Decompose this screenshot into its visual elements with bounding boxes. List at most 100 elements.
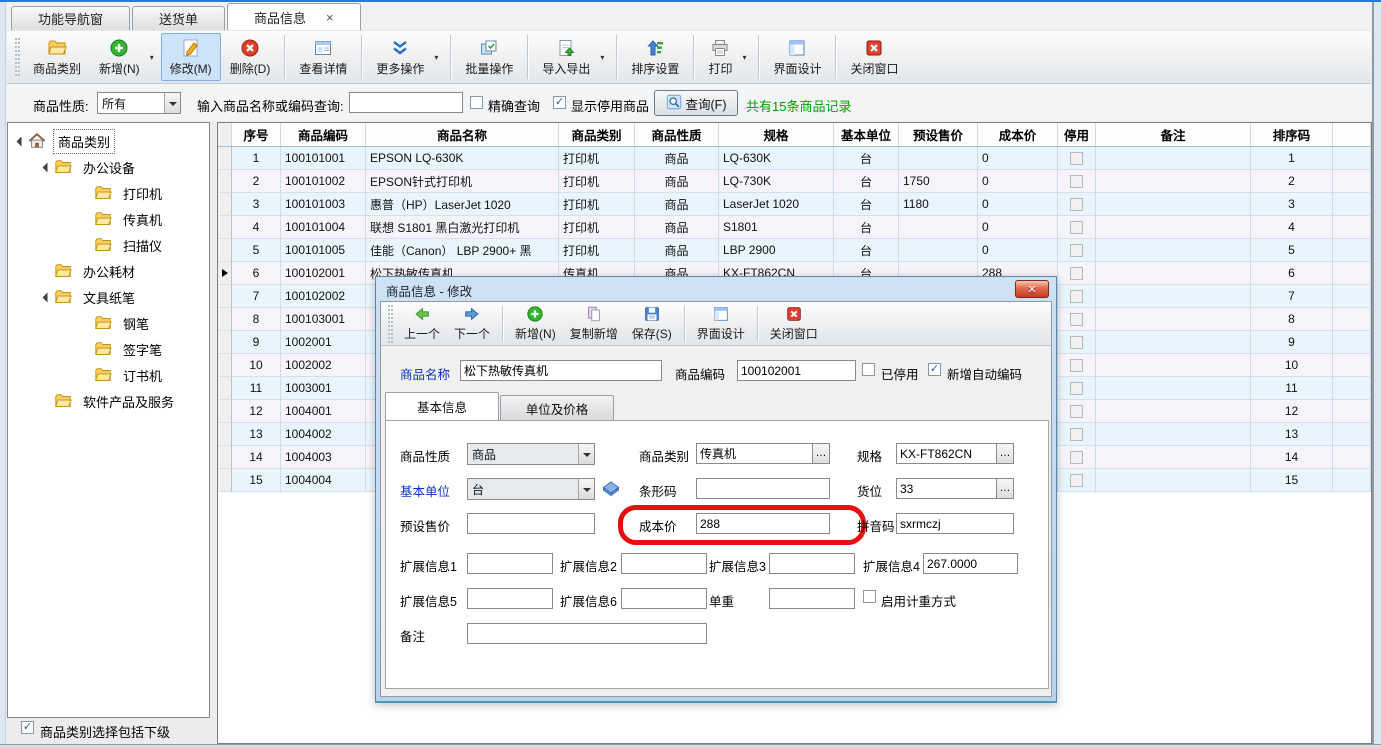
chevron-down-icon[interactable]	[164, 93, 180, 113]
ext3-input[interactable]	[769, 553, 855, 574]
spec-ellipsis-button[interactable]	[997, 443, 1014, 464]
column-header-disabled[interactable]: 停用	[1058, 123, 1096, 146]
disabled-checkbox[interactable]	[1070, 267, 1083, 280]
previous-button[interactable]: 上一个	[397, 304, 447, 344]
close-window-button[interactable]: 关闭窗口	[763, 304, 825, 344]
pinyin-input[interactable]	[896, 513, 1014, 534]
dropdown-caret-icon[interactable]: ▾	[600, 53, 610, 62]
disabled-checkbox[interactable]	[1070, 359, 1083, 372]
column-header-seq[interactable]: 序号	[232, 123, 281, 146]
tree-item-签字笔[interactable]: 签字笔	[8, 336, 209, 362]
tree-item-办公耗材[interactable]: 办公耗材	[8, 258, 209, 284]
column-header-name[interactable]: 商品名称	[366, 123, 559, 146]
show-disabled-checkbox[interactable]	[553, 96, 566, 109]
table-row[interactable]: 5100101005佳能（Canon） LBP 2900+ 黑打印机商品LBP …	[218, 239, 1371, 262]
dropdown-caret-icon[interactable]: ▾	[742, 53, 752, 62]
category-ellipsis-button[interactable]	[813, 443, 830, 464]
save-button[interactable]: 保存(S)	[625, 304, 679, 344]
spec-input[interactable]	[896, 443, 997, 464]
view-details-button[interactable]: 查看详情	[290, 33, 356, 81]
dropdown-caret-icon[interactable]: ▾	[150, 53, 160, 62]
tree-item-传真机[interactable]: 传真机	[8, 206, 209, 232]
ext5-input[interactable]	[467, 588, 553, 609]
is-disabled-checkbox[interactable]	[862, 363, 875, 376]
disabled-checkbox[interactable]	[1070, 336, 1083, 349]
chevron-down-icon[interactable]	[578, 479, 594, 499]
column-header-unit[interactable]: 基本单位	[834, 123, 899, 146]
batch-actions-button[interactable]: 批量操作	[456, 33, 522, 81]
unit-book-icon[interactable]	[601, 478, 621, 498]
next-button[interactable]: 下一个	[447, 304, 497, 344]
preset-price-input[interactable]	[467, 513, 595, 534]
tab-2[interactable]: 送货单	[132, 6, 225, 30]
disabled-checkbox[interactable]	[1070, 474, 1083, 487]
nature-filter-combo[interactable]: 所有	[97, 92, 181, 114]
more-actions-button[interactable]: 更多操作	[367, 33, 433, 81]
tree-item-打印机[interactable]: 打印机	[8, 180, 209, 206]
exact-query-checkbox[interactable]	[470, 96, 483, 109]
column-header-category[interactable]: 商品类别	[559, 123, 635, 146]
ext1-input[interactable]	[467, 553, 553, 574]
dropdown-caret-icon[interactable]: ▾	[434, 53, 444, 62]
disabled-checkbox[interactable]	[1070, 152, 1083, 165]
table-row[interactable]: 3100101003惠普（HP）LaserJet 1020打印机商品LaserJ…	[218, 193, 1371, 216]
barcode-input[interactable]	[696, 478, 830, 499]
table-row[interactable]: 1100101001EPSON LQ-630K打印机商品LQ-630K台01	[218, 147, 1371, 170]
disabled-checkbox[interactable]	[1070, 221, 1083, 234]
disabled-checkbox[interactable]	[1070, 198, 1083, 211]
column-header-price[interactable]: 预设售价	[899, 123, 978, 146]
delete-button[interactable]: 删除(D)	[221, 33, 280, 81]
disabled-checkbox[interactable]	[1070, 405, 1083, 418]
column-header-cost[interactable]: 成本价	[978, 123, 1058, 146]
ui-design-button[interactable]: 界面设计	[764, 33, 830, 81]
tree-item-办公设备[interactable]: 办公设备	[8, 154, 209, 180]
tab-close-icon[interactable]: ×	[326, 11, 334, 24]
expander-icon[interactable]	[14, 138, 28, 145]
add-new-button[interactable]: 新增(N)	[508, 304, 563, 344]
import-export-button[interactable]: 导入导出	[533, 33, 599, 81]
disabled-checkbox[interactable]	[1070, 428, 1083, 441]
unit-weight-input[interactable]	[769, 588, 855, 609]
toolbar-grip[interactable]	[388, 305, 393, 343]
table-row[interactable]: 4100101004联想 S1801 黑白激光打印机打印机商品S1801台04	[218, 216, 1371, 239]
table-row[interactable]: 2100101002EPSON针式打印机打印机商品LQ-730K台175002	[218, 170, 1371, 193]
ext4-input[interactable]	[923, 553, 1018, 574]
weigh-mode-checkbox[interactable]	[863, 590, 876, 603]
toolbar-grip[interactable]	[15, 38, 20, 76]
dialog-close-button[interactable]: ✕	[1015, 280, 1049, 298]
tree-item-钢笔[interactable]: 钢笔	[8, 310, 209, 336]
close-window-button[interactable]: 关闭窗口	[841, 33, 907, 81]
tab-basic-info[interactable]: 基本信息	[385, 392, 499, 420]
disabled-checkbox[interactable]	[1070, 175, 1083, 188]
chevron-down-icon[interactable]	[578, 444, 594, 464]
cost-price-input[interactable]	[696, 513, 830, 534]
product-category-button[interactable]: 商品类别	[24, 33, 90, 81]
query-button[interactable]: 查询(F)	[654, 90, 738, 116]
disabled-checkbox[interactable]	[1070, 244, 1083, 257]
column-header-note[interactable]: 备注	[1096, 123, 1251, 146]
location-ellipsis-button[interactable]	[997, 478, 1014, 499]
modify-button[interactable]: 修改(M)	[161, 33, 221, 81]
tree-item-订书机[interactable]: 订书机	[8, 362, 209, 388]
tree-item-软件产品及服务[interactable]: 软件产品及服务	[8, 388, 209, 414]
print-button[interactable]: 打印	[699, 33, 741, 81]
nature-combo[interactable]: 商品	[467, 443, 595, 465]
include-sublevel-checkbox[interactable]	[21, 721, 34, 734]
expander-icon[interactable]	[40, 164, 54, 171]
search-input[interactable]	[349, 92, 463, 113]
sort-settings-button[interactable]: 排序设置	[622, 33, 688, 81]
tree-item-扫描仪[interactable]: 扫描仪	[8, 232, 209, 258]
column-header-nature[interactable]: 商品性质	[635, 123, 719, 146]
ext6-input[interactable]	[621, 588, 707, 609]
base-unit-combo[interactable]: 台	[467, 478, 595, 500]
note-input[interactable]	[467, 623, 707, 644]
add-new-button[interactable]: 新增(N)	[90, 33, 149, 81]
auto-code-checkbox[interactable]	[928, 363, 941, 376]
ext2-input[interactable]	[621, 553, 707, 574]
copy-new-button[interactable]: 复制新增	[563, 304, 625, 344]
column-header-code[interactable]: 商品编码	[281, 123, 366, 146]
disabled-checkbox[interactable]	[1070, 290, 1083, 303]
disabled-checkbox[interactable]	[1070, 313, 1083, 326]
ui-design-button[interactable]: 界面设计	[690, 304, 752, 344]
tab-3[interactable]: 商品信息×	[227, 3, 361, 30]
